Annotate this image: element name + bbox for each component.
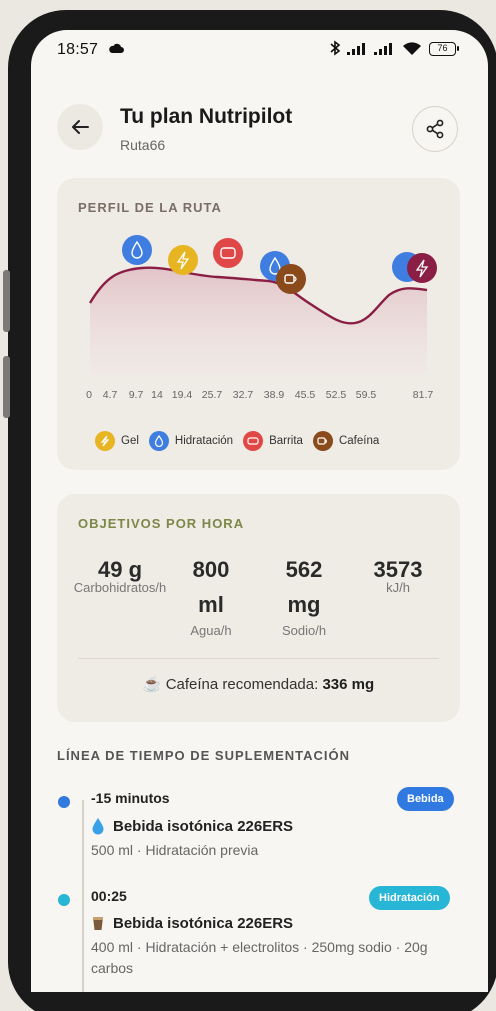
app-screen: 18:57 76 Tu plan Nutripilot Ruta66 PERFI… [31,30,488,992]
legend-hidratacion-label: Hidratación [174,435,234,447]
metric-sodium-label: Sodio/h [281,623,327,638]
entry-name: Bebida isotónica 226ERS [91,914,293,932]
metric-water-unit: ml [198,592,224,617]
km-tick-label: 45.5 [295,389,316,401]
signal-2-icon [374,43,392,55]
km-axis: 0 4.7 9.7 14 19.4 25.7 32.7 38.9 45.5 52.5 59.5 81.… [86,389,434,401]
metric-carbs-label: Carbohidratos/h [73,580,167,595]
legend-barrita-label: Barrita [269,435,303,447]
legend-gel: Gel [95,431,139,451]
hourly-objectives-card: OBJETIVOS POR HORA 49 g Carbohidratos/h … [57,494,460,722]
entry-time: -15 minutos [91,790,170,806]
page-title: Tu plan Nutripilot [120,105,293,128]
status-bar: 18:57 76 [31,30,488,66]
objectives-heading: OBJETIVOS POR HORA [78,516,245,531]
route-profile-card: PERFIL DE LA RUTA 0 4.7 9.7 14 19.4 25.7… [57,178,460,470]
signal-icon [347,43,365,55]
caffeine-value: 336 mg [322,676,375,693]
km-tick-label: 0 [86,389,92,401]
entry-badge: Hidratación [369,886,450,910]
back-button[interactable] [57,104,103,150]
volume-down-button [3,356,10,418]
entry-name: Bebida isotónica 226ERS [91,817,293,835]
metric-sodium: 562 mg Sodio/h [257,552,351,638]
metric-water-label: Agua/h [190,623,232,638]
caffeine-label: Cafeína recomendada: [165,676,319,693]
entry-name-text: Bebida isotónica 226ERS [113,817,294,835]
share-icon [426,119,444,139]
entry-time: 00:25 [91,888,127,904]
km-tick-label: 9.7 [129,389,144,401]
volume-up-button [3,270,10,332]
entry-desc: 500 ml · Hidratación previa [91,842,259,858]
timeline-dot [58,796,70,808]
km-tick-label: 32.7 [233,389,254,401]
coffee-icon [312,431,333,451]
metric-water-value: 800 [192,557,230,582]
km-tick-label: 25.7 [202,389,223,401]
timeline-heading: LÍNEA DE TIEMPO DE SUPLEMENTACIÓN [57,748,351,763]
metric-energy: 3573 kJ/h [353,552,443,595]
arrow-left-icon [72,120,89,134]
chart-legend: Gel Hidratación Barrita Cafeína [95,431,389,451]
timeline-line [82,800,84,992]
km-tick-label: 52.5 [326,389,347,401]
km-tick-label: 19.4 [172,389,193,401]
km-tick-label: 81.7 [413,389,434,401]
km-tick-label: 4.7 [103,389,118,401]
km-tick-label: 14 [151,389,163,401]
metric-carbs: 49 g Carbohidratos/h [65,552,175,595]
legend-cafeina-label: Cafeína [338,435,380,447]
objectives-divider [78,658,439,659]
legend-hidratacion: Hidratación [148,431,234,451]
cloud-icon [109,43,124,53]
share-button[interactable] [412,106,458,152]
battery-indicator: 76 [429,42,459,56]
metric-energy-label: kJ/h [386,580,410,595]
metric-water: 800 ml Agua/h [167,552,255,638]
legend-barrita: Barrita [243,431,303,451]
bar-icon [243,431,264,451]
route-name: Ruta66 [120,137,166,153]
bluetooth-icon [330,40,341,56]
metric-sodium-value: 562 [285,557,323,582]
timeline-dot [58,894,70,906]
metric-sodium-unit: mg [287,592,321,617]
entry-name-text: Bebida isotónica 226ERS [113,914,294,932]
km-tick-label: 59.5 [356,389,377,401]
caffeine-recommendation: ☕ Cafeína recomendada: 336 mg [57,675,460,693]
legend-cafeina: Cafeína [312,431,380,451]
cup-icon [91,914,105,932]
wifi-icon [403,42,421,55]
droplet-icon [91,817,105,835]
drop-icon [148,431,169,451]
entry-badge: Bebida [397,787,454,811]
bolt-icon [95,431,115,451]
km-tick-label: 38.9 [264,389,285,401]
entry-desc: 400 ml · Hidratación + electrolitos · 25… [91,939,428,976]
coffee-cup-icon: ☕ [142,676,162,693]
legend-gel-label: Gel [121,435,139,447]
status-time: 18:57 [57,41,99,58]
